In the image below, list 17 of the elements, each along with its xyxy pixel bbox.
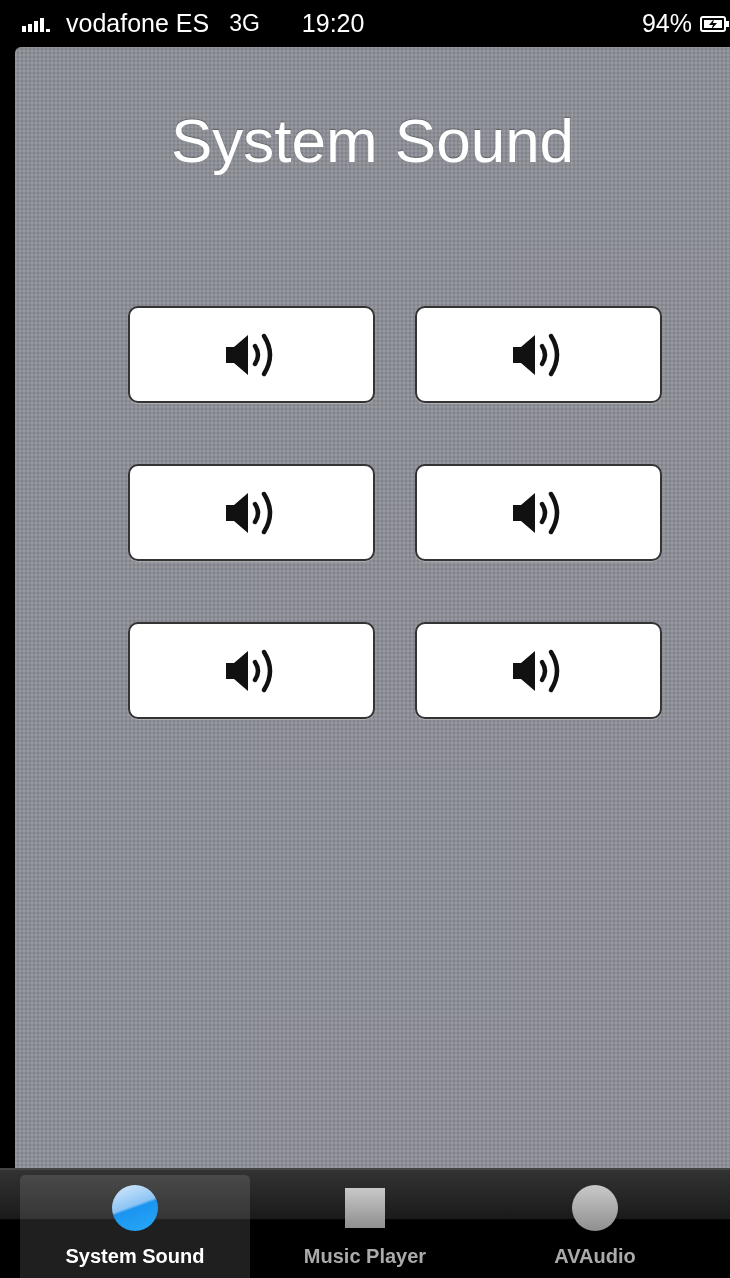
battery-percent: 94% — [641, 9, 692, 38]
screen-title: System Sound — [170, 105, 575, 176]
clock-time: 19:20 — [301, 9, 365, 38]
square-icon — [345, 1188, 385, 1228]
network-type: 3G — [229, 10, 260, 37]
sound-button[interactable] — [128, 464, 375, 561]
sound-button[interactable] — [415, 464, 662, 561]
sound-button[interactable] — [128, 306, 375, 403]
sound-button[interactable] — [415, 622, 662, 719]
carrier-name: vodafone ES — [66, 9, 210, 38]
tab-item[interactable]: AVAudio — [480, 1175, 710, 1278]
sound-button[interactable] — [128, 622, 375, 719]
circle-icon — [572, 1185, 618, 1231]
circle-icon — [112, 1185, 158, 1231]
tab-item[interactable]: System Sound — [20, 1175, 250, 1278]
tab-item[interactable]: Music Player — [250, 1175, 480, 1278]
sound-button[interactable] — [415, 306, 662, 403]
